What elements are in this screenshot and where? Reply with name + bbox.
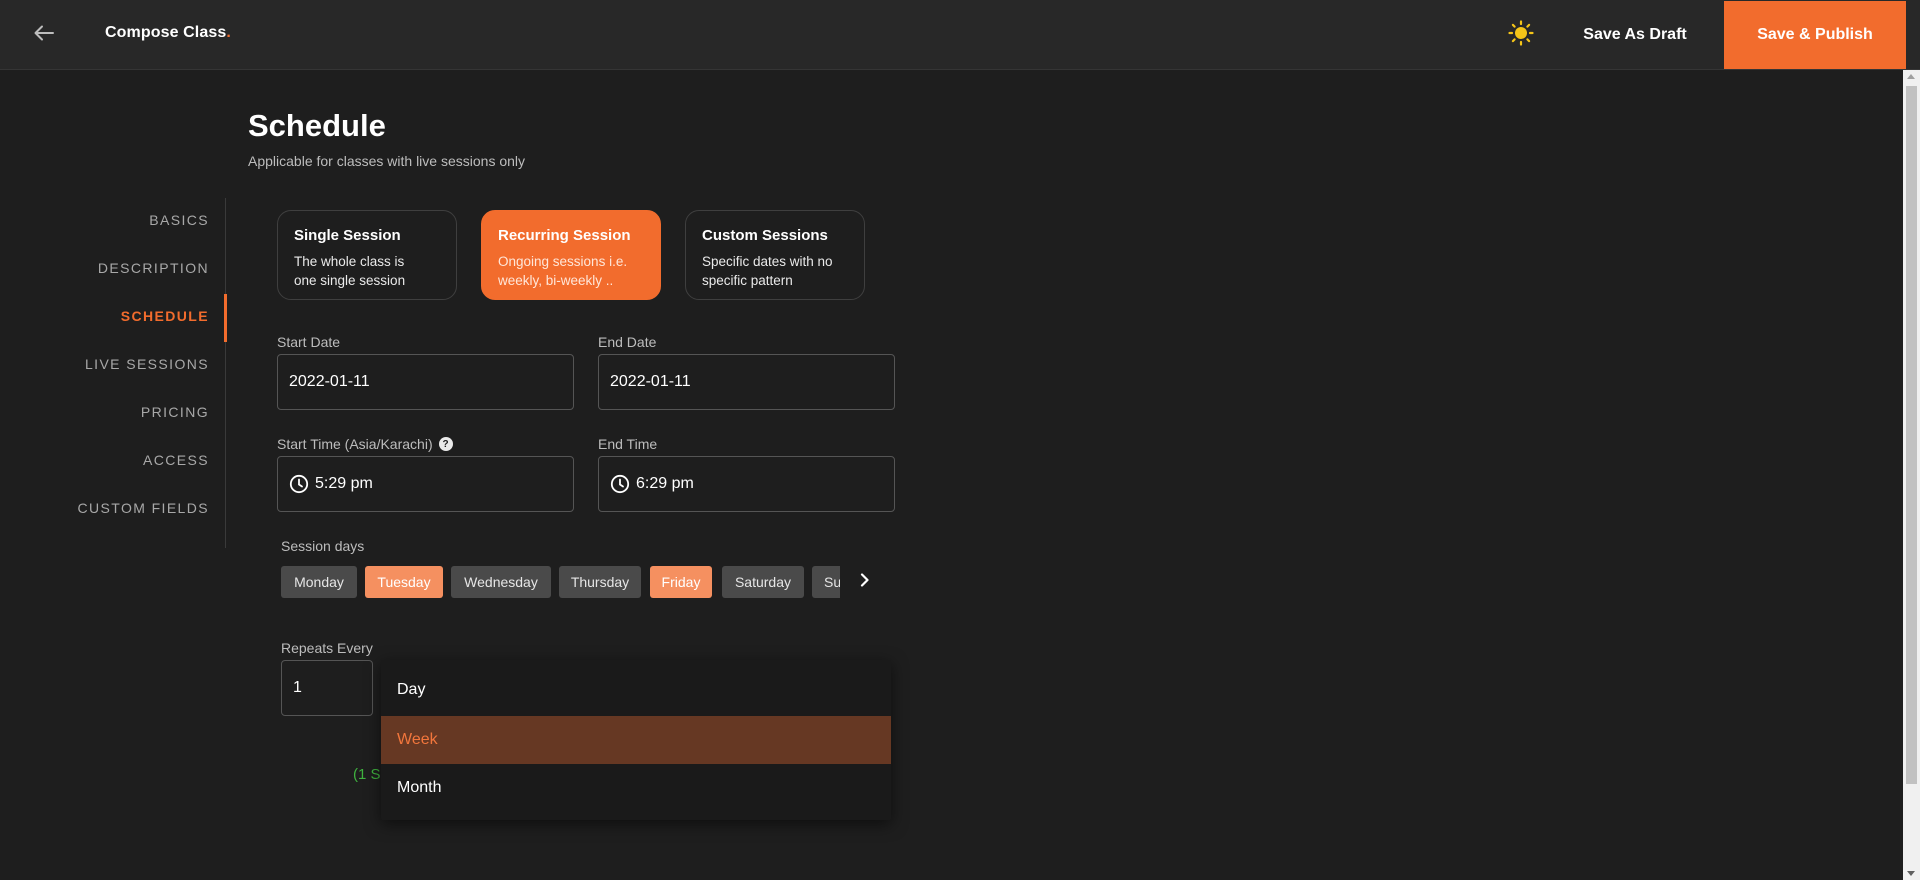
card-description-line: weekly, bi-weekly .. (498, 273, 614, 288)
day-chip-sunday[interactable]: Sunday (812, 566, 840, 598)
theme-toggle-button[interactable] (1506, 19, 1536, 51)
nav-item-custom-fields[interactable]: CUSTOM FIELDS (77, 500, 209, 516)
end-time-value: 6:29 pm (636, 475, 694, 492)
frequency-dropdown-menu: Day Week Month (381, 660, 891, 820)
clock-icon (289, 474, 309, 494)
end-time-label: End Time (598, 436, 658, 452)
nav-item-schedule[interactable]: SCHEDULE (121, 308, 209, 324)
nav-active-indicator (224, 294, 227, 342)
page-title: Schedule (248, 108, 386, 143)
card-description-line: specific pattern (702, 273, 793, 288)
custom-sessions-card[interactable]: Custom Sessions Specific dates with no s… (685, 210, 865, 300)
repeats-every-value: 1 (293, 679, 302, 696)
back-button[interactable] (30, 22, 58, 48)
card-description-line: one single session (294, 273, 406, 288)
app-title: Compose Class. (105, 24, 231, 42)
page-scrollbar[interactable] (1903, 70, 1920, 880)
card-description-line: Ongoing sessions i.e. (498, 254, 628, 269)
repeats-every-label: Repeats Every (281, 640, 373, 656)
help-icon[interactable]: ? (438, 437, 453, 451)
frequency-option-month[interactable]: Month (381, 764, 891, 812)
scroll-up-arrow-icon[interactable] (1907, 74, 1915, 79)
scrollbar-thumb[interactable] (1906, 86, 1917, 784)
repeats-every-input[interactable]: 1 (281, 660, 373, 716)
clock-icon (610, 474, 630, 494)
start-time-label: Start Time (Asia/Karachi) ? (277, 436, 453, 452)
nav-item-access[interactable]: ACCESS (143, 452, 209, 468)
nav-item-basics[interactable]: BASICS (149, 212, 209, 228)
day-chip-wednesday[interactable]: Wednesday (451, 566, 551, 598)
day-chip-friday[interactable]: Friday (650, 566, 712, 598)
day-chip-tuesday[interactable]: Tuesday (365, 566, 443, 598)
page-subtitle: Applicable for classes with live session… (248, 153, 526, 169)
arrow-left-icon (34, 25, 54, 46)
recurring-session-card[interactable]: Recurring Session Ongoing sessions i.e. … (481, 210, 661, 300)
start-time-input[interactable]: 5:29 pm (277, 456, 574, 512)
end-time-input[interactable]: 6:29 pm (598, 456, 895, 512)
start-time-value: 5:29 pm (315, 475, 373, 492)
start-time-label-text: Start Time (Asia/Karachi) (277, 436, 433, 452)
app-title-dot: . (226, 24, 231, 41)
scroll-down-arrow-icon[interactable] (1907, 871, 1915, 876)
app-title-text: Compose Class (105, 24, 227, 41)
start-date-label: Start Date (277, 334, 341, 350)
single-session-card[interactable]: Single Session The whole class is one si… (277, 210, 457, 300)
nav-item-description[interactable]: DESCRIPTION (98, 260, 209, 276)
card-description: Ongoing sessions i.e. weekly, bi-weekly … (498, 252, 644, 290)
card-description: Specific dates with no specific pattern (702, 252, 848, 290)
session-days-chips: Monday Tuesday Wednesday Thursday Friday… (281, 566, 840, 598)
schedule-summary-text: (1 S (353, 766, 381, 783)
frequency-option-day[interactable]: Day (381, 666, 891, 714)
save-as-draft-button[interactable]: Save As Draft (1565, 0, 1705, 70)
card-description-line: Specific dates with no (702, 254, 833, 269)
section-nav: BASICS DESCRIPTION SCHEDULE LIVE SESSION… (60, 198, 227, 548)
nav-item-live-sessions[interactable]: LIVE SESSIONS (85, 356, 209, 372)
chips-scroll-right-button[interactable] (855, 570, 875, 594)
save-and-publish-button[interactable]: Save & Publish (1724, 1, 1906, 69)
day-chip-monday[interactable]: Monday (281, 566, 357, 598)
sun-icon (1508, 19, 1534, 51)
day-chip-thursday[interactable]: Thursday (559, 566, 641, 598)
day-chip-saturday[interactable]: Saturday (722, 566, 804, 598)
chevron-right-icon (860, 572, 870, 592)
card-title: Single Session (294, 227, 401, 244)
card-description-line: The whole class is (294, 254, 405, 269)
start-date-value: 2022-01-11 (289, 373, 370, 390)
end-date-input[interactable]: 2022-01-11 (598, 354, 895, 410)
card-title: Recurring Session (498, 227, 631, 244)
top-bar: Compose Class. Save As Draft Save & Publ… (0, 0, 1920, 70)
end-date-value: 2022-01-11 (610, 373, 691, 390)
nav-item-pricing[interactable]: PRICING (141, 404, 209, 420)
card-title: Custom Sessions (702, 227, 828, 244)
card-description: The whole class is one single session (294, 252, 440, 290)
start-date-input[interactable]: 2022-01-11 (277, 354, 574, 410)
session-days-label: Session days (281, 538, 365, 554)
end-date-label: End Date (598, 334, 657, 350)
frequency-option-week[interactable]: Week (381, 716, 891, 764)
